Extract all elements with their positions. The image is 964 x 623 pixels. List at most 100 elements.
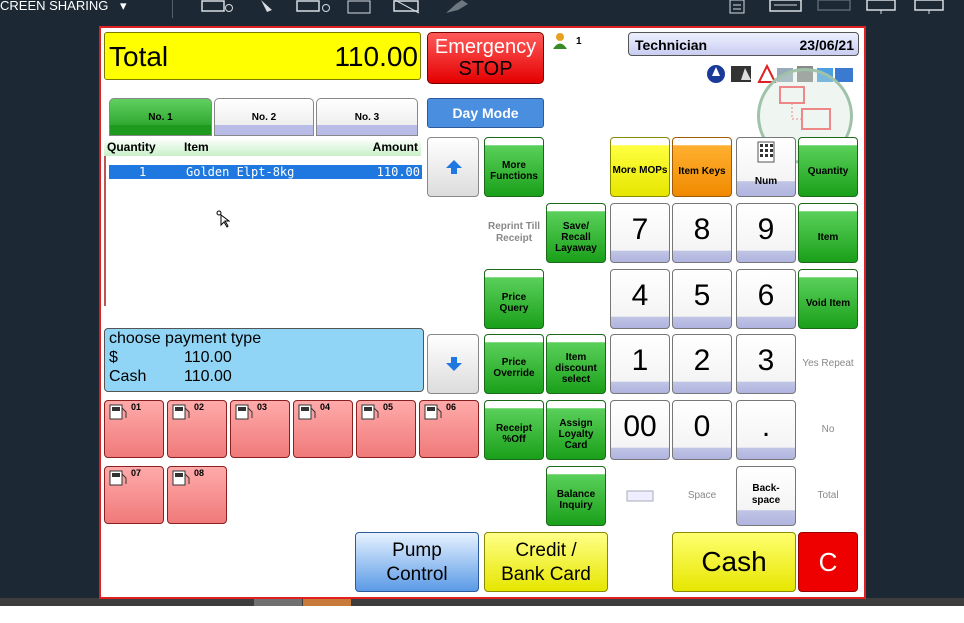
more-functions-button[interactable]: More Functions bbox=[484, 137, 544, 197]
document-icon[interactable] bbox=[728, 0, 748, 14]
chevron-down-icon[interactable]: ▾ bbox=[120, 0, 127, 14]
quantity-button[interactable]: Quantity bbox=[798, 137, 858, 197]
pump-01[interactable]: 01 bbox=[104, 400, 164, 458]
key-00[interactable]: 00 bbox=[610, 400, 670, 460]
key-4[interactable]: 4 bbox=[610, 269, 670, 329]
monitor-icon[interactable] bbox=[817, 0, 853, 14]
column-item: Item bbox=[184, 140, 209, 154]
space-button[interactable]: Space bbox=[672, 466, 732, 526]
payment-title: choose payment type bbox=[109, 330, 262, 347]
void-item-button[interactable]: Void Item bbox=[798, 269, 858, 329]
payment-value: 110.00 bbox=[184, 368, 232, 385]
assign-loyalty-card-button[interactable]: Assign Loyalty Card bbox=[546, 400, 606, 460]
transaction-header: Quantity Item Amount bbox=[104, 138, 421, 156]
pump-number: 02 bbox=[194, 402, 205, 412]
tab-stripe bbox=[110, 125, 211, 135]
key-9[interactable]: 9 bbox=[736, 203, 796, 263]
payment-row: $ 110.00 bbox=[109, 348, 423, 367]
row-amount: 110.00 bbox=[376, 165, 420, 179]
screen-sharing-menu[interactable]: CREEN SHARING bbox=[0, 0, 108, 12]
pump-number: 06 bbox=[446, 402, 457, 412]
yes-repeat-button[interactable]: Yes Repeat bbox=[798, 334, 858, 394]
tab-stripe bbox=[215, 125, 313, 135]
reprint-till-receipt-button[interactable]: Reprint Till Receipt bbox=[484, 203, 544, 263]
tab-no-3[interactable]: No. 3 bbox=[316, 98, 418, 136]
pump-02[interactable]: 02 bbox=[167, 400, 227, 458]
screen-sharing-toolbar: CREEN SHARING ▾ bbox=[0, 0, 964, 26]
fuel-pump-icon bbox=[109, 470, 127, 486]
monitor-power-icon[interactable] bbox=[296, 0, 332, 14]
monitor-icon[interactable] bbox=[866, 0, 898, 14]
transaction-list[interactable]: 1 Golden Elpt-8kg 110.00 bbox=[104, 156, 422, 306]
tab-label: No. 2 bbox=[251, 112, 277, 123]
receipt-off-button[interactable]: Receipt %Off bbox=[484, 400, 544, 460]
pump-07[interactable]: 07 bbox=[104, 466, 164, 524]
row-quantity: 1 bbox=[139, 165, 147, 179]
tab-no-1[interactable]: No. 1 bbox=[109, 98, 212, 136]
key-5[interactable]: 5 bbox=[672, 269, 732, 329]
row-item: Golden Elpt-8kg bbox=[186, 165, 295, 179]
payment-panel: choose payment type $ 110.00 Cash 110.00 bbox=[104, 328, 424, 392]
tab-no-2[interactable]: No. 2 bbox=[214, 98, 314, 136]
price-override-button[interactable]: Price Override bbox=[484, 334, 544, 394]
pump-05[interactable]: 05 bbox=[356, 400, 416, 458]
pump-control-button[interactable]: Pump Control bbox=[355, 532, 479, 592]
emergency-stop-button[interactable]: Emergency STOP bbox=[427, 32, 544, 84]
plug-icon[interactable] bbox=[444, 0, 470, 14]
payment-label: Cash bbox=[109, 368, 147, 385]
scroll-up-button[interactable] bbox=[427, 137, 479, 197]
key-3[interactable]: 3 bbox=[736, 334, 796, 394]
key-8[interactable]: 8 bbox=[672, 203, 732, 263]
operator-icon bbox=[551, 32, 571, 50]
tab-stripe bbox=[317, 125, 417, 135]
clear-button[interactable]: C bbox=[798, 532, 858, 592]
item-discount-select-button[interactable]: Item discount select bbox=[546, 334, 606, 394]
table-row[interactable]: 1 Golden Elpt-8kg 110.00 bbox=[109, 165, 422, 179]
pump-08[interactable]: 08 bbox=[167, 466, 227, 524]
price-query-button[interactable]: Price Query bbox=[484, 269, 544, 329]
arrow-down-icon bbox=[446, 357, 462, 376]
pointer-icon[interactable] bbox=[258, 0, 276, 14]
scroll-down-button[interactable] bbox=[427, 334, 479, 394]
day-mode-button[interactable]: Day Mode bbox=[427, 98, 544, 128]
keyboard-icon[interactable] bbox=[769, 0, 803, 14]
pump-number: 05 bbox=[383, 402, 394, 412]
key-7[interactable]: 7 bbox=[610, 203, 670, 263]
keyboard-shortcut-icon[interactable] bbox=[347, 0, 373, 14]
monitor-icon[interactable] bbox=[914, 0, 946, 14]
fuel-pump-icon bbox=[109, 404, 127, 420]
payment-label: $ bbox=[109, 349, 118, 366]
pump-04[interactable]: 04 bbox=[293, 400, 353, 458]
fuel-pump-icon bbox=[172, 404, 190, 420]
key-2[interactable]: 2 bbox=[672, 334, 732, 394]
taskbar-item[interactable] bbox=[254, 598, 302, 606]
key-0[interactable]: 0 bbox=[672, 400, 732, 460]
cash-button[interactable]: Cash bbox=[672, 532, 796, 592]
key-6[interactable]: 6 bbox=[736, 269, 796, 329]
balance-inquiry-button[interactable]: Balance Inquiry bbox=[546, 466, 606, 526]
column-quantity: Quantity bbox=[107, 140, 156, 154]
more-mops-button[interactable]: More MOPs bbox=[610, 137, 670, 197]
column-amount: Amount bbox=[372, 140, 418, 154]
monitor-record-icon[interactable] bbox=[200, 0, 234, 14]
num-button[interactable]: Num bbox=[736, 137, 796, 197]
item-keys-button[interactable]: Item Keys bbox=[672, 137, 732, 197]
save-recall-layaway-button[interactable]: Save/ Recall Layaway bbox=[546, 203, 606, 263]
total-button[interactable]: Total bbox=[798, 466, 858, 526]
total-display: Total 110.00 bbox=[104, 32, 421, 80]
monitor-off-icon[interactable] bbox=[393, 0, 423, 14]
item-button[interactable]: Item bbox=[798, 203, 858, 263]
key-decimal[interactable]: . bbox=[736, 400, 796, 460]
total-label: Total bbox=[109, 41, 169, 72]
credit-bank-card-button[interactable]: Credit / Bank Card bbox=[484, 532, 608, 592]
keyboard-icon[interactable] bbox=[626, 489, 654, 502]
pump-03[interactable]: 03 bbox=[230, 400, 290, 458]
key-1[interactable]: 1 bbox=[610, 334, 670, 394]
backspace-button[interactable]: Back- space bbox=[736, 466, 796, 526]
mouse-cursor-icon bbox=[216, 210, 231, 228]
taskbar-item-active[interactable] bbox=[303, 598, 351, 606]
taskbar-strip bbox=[0, 598, 964, 606]
no-button[interactable]: No bbox=[798, 400, 858, 460]
pump-06[interactable]: 06 bbox=[419, 400, 479, 458]
user-name: Technician bbox=[635, 37, 708, 53]
